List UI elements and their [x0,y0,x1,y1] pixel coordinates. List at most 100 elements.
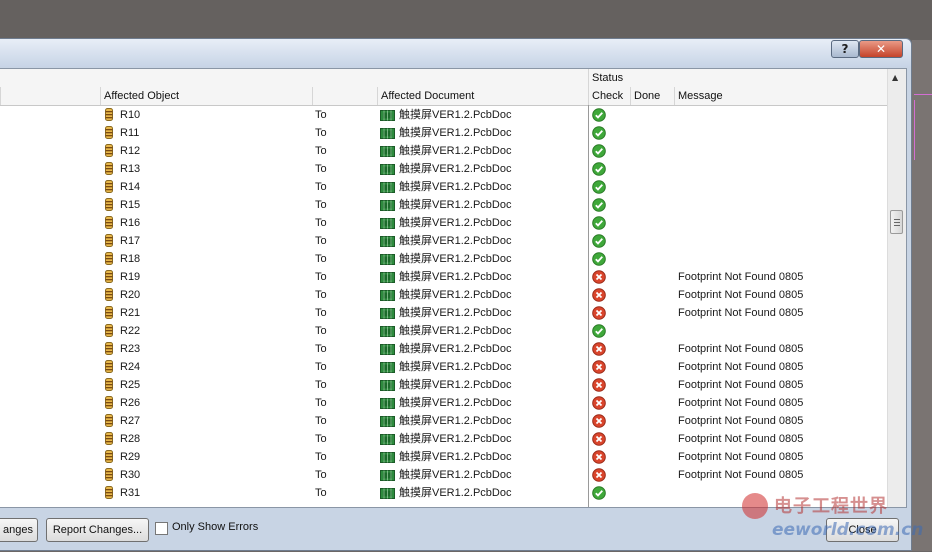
table-row[interactable]: R23 To 触摸屏VER1.2.PcbDoc Footprint Not Found… [0,340,887,358]
resistor-icon [104,467,114,481]
message-cell: Footprint Not Found 0805 [678,289,804,301]
affected-object-label: R15 [120,199,141,211]
affected-object-cell: R18 [104,250,140,268]
table-row[interactable]: R20 To 触摸屏VER1.2.PcbDoc Footprint Not Found… [0,286,887,304]
pcb-document-icon [380,145,395,157]
table-row[interactable]: R27 To 触摸屏VER1.2.PcbDoc Footprint Not Found… [0,412,887,430]
table-row[interactable]: R24 To 触摸屏VER1.2.PcbDoc Footprint Not Found… [0,358,887,376]
resistor-icon [104,269,114,283]
message-cell: Footprint Not Found 0805 [678,433,804,445]
affected-object-cell: R27 [104,412,140,430]
affected-document-cell: 触摸屏VER1.2.PcbDoc [380,124,511,142]
check-ok-icon [592,234,606,248]
affected-object-cell: R17 [104,232,140,250]
column-header-row: Affected Object Affected Document Check … [0,87,887,106]
table-row[interactable]: R29 To 触摸屏VER1.2.PcbDoc Footprint Not Found… [0,448,887,466]
affected-object-label: R11 [120,127,140,139]
table-row[interactable]: R16 To 触摸屏VER1.2.PcbDoc [0,214,887,232]
affected-document-cell: 触摸屏VER1.2.PcbDoc [380,430,511,448]
resistor-icon [104,395,114,409]
window-close-button[interactable]: ✕ [859,40,903,58]
check-ok-icon [592,324,606,338]
table-row[interactable]: R30 To 触摸屏VER1.2.PcbDoc Footprint Not Found… [0,466,887,484]
to-cell: To [315,307,327,319]
check-error-icon [592,468,606,482]
resistor-icon [104,341,114,355]
watermark-cn: 电子工程世界 [774,496,888,517]
check-ok-icon [592,108,606,122]
column-header-affected-document[interactable]: Affected Document [377,87,588,105]
table-row[interactable]: R12 To 触摸屏VER1.2.PcbDoc [0,142,887,160]
table-row[interactable]: R11 To 触摸屏VER1.2.PcbDoc [0,124,887,142]
only-show-errors-checkbox[interactable] [155,522,168,535]
affected-document-cell: 触摸屏VER1.2.PcbDoc [380,394,511,412]
check-ok-icon [592,486,606,500]
table-row[interactable]: R18 To 触摸屏VER1.2.PcbDoc [0,250,887,268]
table-row[interactable]: R14 To 触摸屏VER1.2.PcbDoc [0,178,887,196]
check-ok-icon [592,144,606,158]
affected-object-cell: R29 [104,448,140,466]
table-row[interactable]: R22 To 触摸屏VER1.2.PcbDoc [0,322,887,340]
resistor-icon [104,125,114,139]
group-header-row: Status [0,69,887,88]
affected-object-cell: R28 [104,430,140,448]
table-row[interactable]: R19 To 触摸屏VER1.2.PcbDoc Footprint Not Found… [0,268,887,286]
desktop-background [0,0,932,40]
affected-object-label: R22 [120,325,141,337]
to-cell: To [315,361,327,373]
affected-object-cell: R20 [104,286,140,304]
message-cell: Footprint Not Found 0805 [678,451,804,463]
affected-object-label: R12 [120,145,141,157]
scroll-thumb[interactable] [890,210,903,234]
affected-document-cell: 触摸屏VER1.2.PcbDoc [380,484,511,502]
column-header-message[interactable]: Message [674,87,887,105]
resistor-icon [104,287,114,301]
to-cell: To [315,253,327,265]
table-row[interactable]: R21 To 触摸屏VER1.2.PcbDoc Footprint Not Found… [0,304,887,322]
table-row[interactable]: R13 To 触摸屏VER1.2.PcbDoc [0,160,887,178]
column-header-check[interactable]: Check [588,87,630,105]
resistor-icon [104,197,114,211]
affected-document-label: 触摸屏VER1.2.PcbDoc [399,127,512,139]
affected-object-label: R13 [120,163,141,175]
affected-document-label: 触摸屏VER1.2.PcbDoc [399,343,512,355]
column-header-action[interactable] [0,87,100,105]
affected-object-cell: R24 [104,358,140,376]
table-row[interactable]: R10 To 触摸屏VER1.2.PcbDoc [0,106,887,124]
column-header-affected-object[interactable]: Affected Object [100,87,312,105]
resistor-icon [104,161,114,175]
affected-object-cell: R26 [104,394,140,412]
message-cell: Footprint Not Found 0805 [678,307,804,319]
execute-changes-button[interactable]: anges [0,518,38,542]
resistor-icon [104,305,114,319]
pcb-document-icon [380,163,395,175]
check-ok-icon [592,252,606,266]
check-error-icon [592,342,606,356]
pcb-document-icon [380,289,395,301]
message-cell: Footprint Not Found 0805 [678,379,804,391]
table-row[interactable]: R25 To 触摸屏VER1.2.PcbDoc Footprint Not Found… [0,376,887,394]
vertical-scrollbar[interactable]: ▲ [887,69,906,507]
to-cell: To [315,469,327,481]
affected-object-cell: R10 [104,106,140,124]
pcb-document-icon [380,307,395,319]
column-header-done[interactable]: Done [630,87,674,105]
table-row[interactable]: R26 To 触摸屏VER1.2.PcbDoc Footprint Not Found… [0,394,887,412]
to-cell: To [315,109,327,121]
resistor-icon [104,143,114,157]
column-header-to[interactable] [312,87,377,105]
table-row[interactable]: R15 To 触摸屏VER1.2.PcbDoc [0,196,887,214]
only-show-errors-label[interactable]: Only Show Errors [172,521,258,533]
report-changes-button[interactable]: Report Changes... [46,518,149,542]
table-row[interactable]: R28 To 触摸屏VER1.2.PcbDoc Footprint Not Found… [0,430,887,448]
affected-document-cell: 触摸屏VER1.2.PcbDoc [380,466,511,484]
to-cell: To [315,325,327,337]
pcb-document-icon [380,451,395,463]
affected-document-cell: 触摸屏VER1.2.PcbDoc [380,214,511,232]
table-row[interactable]: R17 To 触摸屏VER1.2.PcbDoc [0,232,887,250]
affected-object-label: R20 [120,289,141,301]
engineering-change-order-dialog: ? ✕ Status Affected Object Affected Docu… [0,38,912,551]
scroll-up-icon[interactable]: ▲ [892,73,898,82]
help-button[interactable]: ? [831,40,859,58]
message-cell: Footprint Not Found 0805 [678,361,804,373]
